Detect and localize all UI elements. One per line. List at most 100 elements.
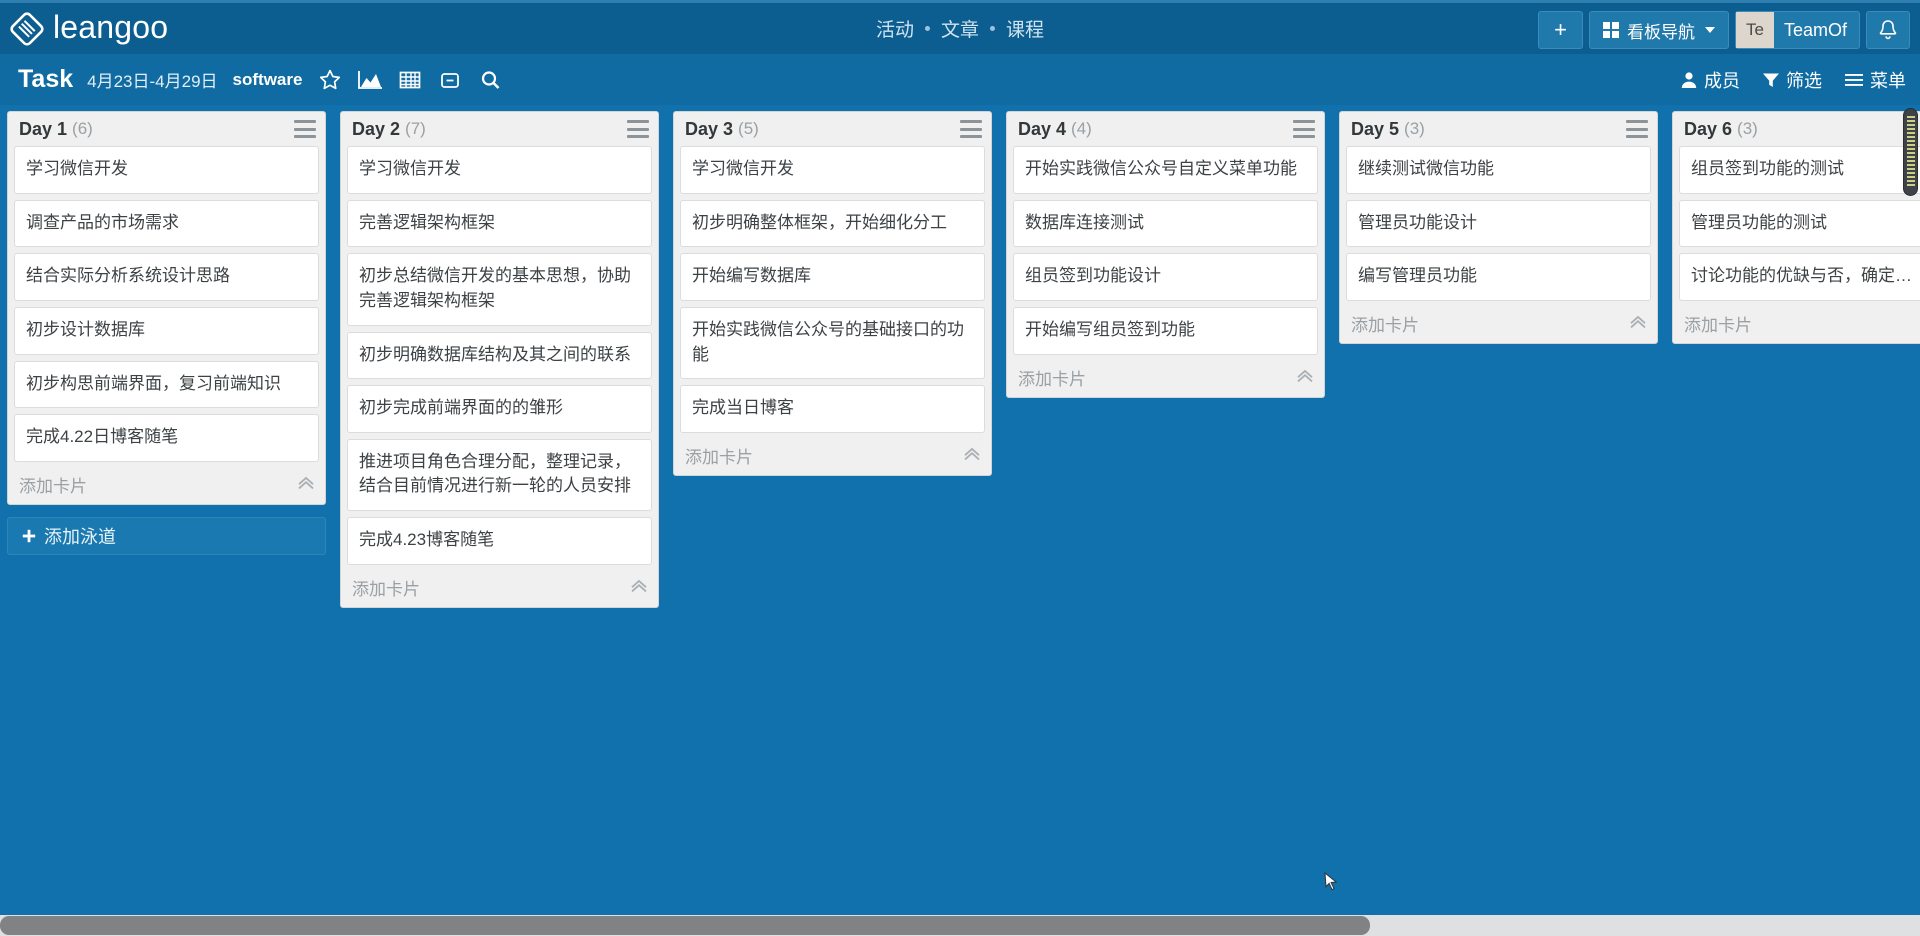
list-header: Day 1 (6) xyxy=(8,112,325,146)
brand-name: leangoo xyxy=(53,9,169,45)
menu-button[interactable]: 菜单 xyxy=(1844,67,1906,93)
star-icon[interactable] xyxy=(310,60,350,100)
brand-logo-area[interactable]: leangoo xyxy=(10,3,168,54)
board-card[interactable]: 调查产品的市场需求 xyxy=(14,199,319,248)
page-title: Task xyxy=(18,65,74,93)
list-title: Day 5 xyxy=(1351,118,1400,139)
board-card[interactable]: 完成4.22日博客随笔 xyxy=(14,414,319,462)
board-card[interactable]: 初步完成前端界面的的雏形 xyxy=(347,385,652,433)
board-card[interactable]: 开始编写数据库 xyxy=(680,253,985,301)
board-card[interactable]: 组员签到功能设计 xyxy=(1013,253,1318,301)
board-card[interactable]: 管理员功能设计 xyxy=(1346,199,1651,248)
board-card[interactable]: 编写管理员功能 xyxy=(1346,253,1651,301)
list-header: Day 3 (5) xyxy=(674,112,991,146)
board-card[interactable]: 数据库连接测试 xyxy=(1013,199,1318,248)
list-card-count: (6) xyxy=(72,119,93,138)
board-card[interactable]: 初步总结微信开发的基本思想，协助完善逻辑架构框架 xyxy=(347,253,652,326)
board-card[interactable]: 初步构思前端界面，复习前端知识 xyxy=(14,360,319,409)
nav-link-articles[interactable]: 文章 xyxy=(930,15,990,42)
list-title: Day 3 xyxy=(685,118,734,139)
members-label: 成员 xyxy=(1704,70,1740,91)
board-canvas: Day 1 (6) 学习微信开发 调查产品的市场需求 结合实际分析系统设计思路 初步设计数… xyxy=(0,105,1920,915)
add-swimlane-button[interactable]: 添加泳道 xyxy=(7,517,326,555)
filter-button[interactable]: 筛选 xyxy=(1762,67,1822,93)
board-card[interactable]: 完成当日博客 xyxy=(680,385,985,433)
filter-icon xyxy=(1763,73,1779,87)
chevron-up-double-icon[interactable] xyxy=(1629,315,1647,332)
board-navigation-button[interactable]: 看板导航 xyxy=(1588,11,1729,49)
board-card[interactable]: 组员签到功能的测试 xyxy=(1679,146,1920,194)
minus-box-icon[interactable] xyxy=(430,60,470,100)
list-header: Day 5 (3) xyxy=(1340,112,1657,146)
area-chart-icon[interactable] xyxy=(350,60,390,100)
board-card[interactable]: 继续测试微信功能 xyxy=(1346,146,1651,194)
add-card-button[interactable]: 添加卡片 xyxy=(1673,307,1920,341)
top-navigation-bar: leangoo 活动 文章 课程 + 看板导航 Te TeamOf xyxy=(0,0,1920,54)
board-date-range: 4月23日-4月29日 xyxy=(87,72,218,91)
notifications-button[interactable] xyxy=(1866,11,1910,49)
list-menu-icon[interactable] xyxy=(1626,120,1648,138)
top-nav-links: 活动 文章 课程 xyxy=(865,15,1055,42)
board-card[interactable]: 初步明确整体框架，开始细化分工 xyxy=(680,199,985,248)
chevron-down-icon xyxy=(1704,27,1715,33)
board-card[interactable]: 初步明确数据库结构及其之间的联系 xyxy=(347,331,652,380)
plus-icon xyxy=(22,529,36,543)
add-card-label: 添加卡片 xyxy=(1351,316,1419,336)
chevron-up-double-icon[interactable] xyxy=(297,476,315,493)
board-card[interactable]: 讨论功能的优缺与否，确定… xyxy=(1679,253,1920,301)
nav-link-activity[interactable]: 活动 xyxy=(865,15,925,42)
vertical-scrollbar-thumb[interactable] xyxy=(1907,116,1915,186)
members-button[interactable]: 成员 xyxy=(1680,67,1740,93)
list-header: Day 6 (3) xyxy=(1673,112,1920,146)
board-card[interactable]: 管理员功能的测试 xyxy=(1679,199,1920,248)
board-list: Day 4 (4) 开始实践微信公众号自定义菜单功能 数据库连接测试 组员签到功能设计开… xyxy=(1006,111,1325,398)
chevron-up-double-icon[interactable] xyxy=(1296,369,1314,386)
board-list: Day 5 (3) 继续测试微信功能 管理员功能设计 编写管理员功能 添加卡片 xyxy=(1339,111,1658,344)
user-menu[interactable]: Te TeamOf xyxy=(1734,11,1860,49)
list-cards: 组员签到功能的测试 管理员功能的测试 讨论功能的优缺与否，确定… xyxy=(1673,146,1920,301)
board-card[interactable]: 开始实践微信公众号的基础接口的功能 xyxy=(680,306,985,380)
board-card[interactable]: 初步设计数据库 xyxy=(14,306,319,355)
board-card[interactable]: 学习微信开发 xyxy=(347,146,652,194)
list-cards: 学习微信开发 调查产品的市场需求 结合实际分析系统设计思路 初步设计数据库 初步构思前端… xyxy=(8,146,325,462)
chevron-up-double-icon[interactable] xyxy=(963,447,981,464)
list-cards: 继续测试微信功能 管理员功能设计 编写管理员功能 xyxy=(1340,146,1657,301)
list-title: Day 6 xyxy=(1684,118,1733,139)
list-menu-icon[interactable] xyxy=(294,120,316,138)
board-card[interactable]: 学习微信开发 xyxy=(14,146,319,194)
board-card[interactable]: 学习微信开发 xyxy=(680,146,985,194)
list-menu-icon[interactable] xyxy=(1293,120,1315,138)
list-card-count: (3) xyxy=(1404,119,1425,138)
board-card[interactable]: 完善逻辑架构框架 xyxy=(347,199,652,248)
list-menu-icon[interactable] xyxy=(960,120,982,138)
table-grid-icon[interactable] xyxy=(390,60,430,100)
board-card[interactable]: 推进项目角色合理分配，整理记录，结合目前情况进行新一轮的人员安排 xyxy=(347,438,652,512)
board-card[interactable]: 结合实际分析系统设计思路 xyxy=(14,253,319,301)
add-card-button[interactable]: 添加卡片 xyxy=(8,468,325,502)
add-card-label: 添加卡片 xyxy=(1684,316,1752,336)
list-menu-icon[interactable] xyxy=(627,120,649,138)
chevron-up-double-icon[interactable] xyxy=(630,579,648,596)
board-list: Day 3 (5) 学习微信开发 初步明确整体框架，开始细化分工 开始编写数据库开始实践… xyxy=(673,111,992,476)
add-card-button[interactable]: 添加卡片 xyxy=(341,571,658,605)
list-card-count: (3) xyxy=(1737,119,1758,138)
board-tag: software xyxy=(232,69,303,89)
menu-label: 菜单 xyxy=(1870,70,1906,91)
add-card-button[interactable]: 添加卡片 xyxy=(674,439,991,473)
add-card-button[interactable]: 添加卡片 xyxy=(1007,361,1324,395)
board-toolbar-left: Task 4月23日-4月29日 software xyxy=(18,60,510,100)
user-icon xyxy=(1681,71,1697,88)
board-card[interactable]: 完成4.23博客随笔 xyxy=(347,517,652,565)
add-card-button[interactable]: 添加卡片 xyxy=(1340,307,1657,341)
vertical-scrollbar[interactable] xyxy=(1903,108,1918,196)
nav-link-courses[interactable]: 课程 xyxy=(995,15,1055,42)
search-icon[interactable] xyxy=(470,60,510,100)
board-card[interactable]: 开始编写组员签到功能 xyxy=(1013,306,1318,355)
add-button[interactable]: + xyxy=(1538,11,1583,49)
grid-icon xyxy=(1602,22,1619,38)
horizontal-scrollbar-thumb[interactable] xyxy=(0,916,1370,935)
list-title: Day 1 xyxy=(19,118,68,139)
board-card[interactable]: 开始实践微信公众号自定义菜单功能 xyxy=(1013,146,1318,194)
hamburger-icon xyxy=(1845,73,1863,86)
horizontal-scrollbar[interactable] xyxy=(0,915,1920,936)
